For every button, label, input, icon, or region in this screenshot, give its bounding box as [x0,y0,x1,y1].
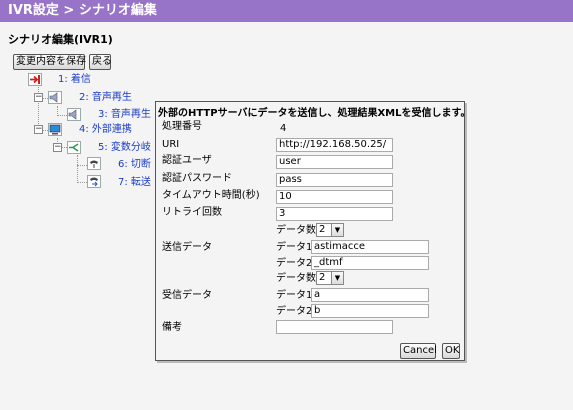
hangup-icon [87,157,101,170]
tree-connector [77,165,87,166]
cancel-button[interactable]: Cancel [400,343,437,359]
send-count-value: 2 [319,224,326,235]
computer-icon [48,123,62,136]
receive-count-select[interactable]: 2 ▼ [316,271,344,285]
process-no-label: 処理番号 [162,121,202,132]
tree-node-label[interactable]: 7: 転送 [118,177,151,189]
auth-password-label: 認証パスワード [162,173,232,184]
tree-node-label[interactable]: 4: 外部連携 [79,124,132,136]
back-button[interactable]: 戻る [89,54,112,70]
speaker-icon [67,108,81,121]
auth-user-field[interactable]: user [276,155,393,169]
window-title: IVR設定 > シナリオ編集 [0,0,573,22]
branch-icon [67,141,81,154]
receive-data-label: 受信データ [162,290,212,301]
auth-password-field[interactable]: pass [276,173,393,187]
tree-connector [77,155,78,181]
tree-node-label[interactable]: 2: 音声再生 [79,92,132,104]
send-data2-field[interactable]: _dtmf [311,256,429,270]
send-data1-field[interactable]: astimacce [311,240,429,254]
collapse-icon[interactable]: − [34,93,43,102]
receive-count-label: データ数 [276,273,316,284]
receive-count-value: 2 [319,272,326,283]
speaker-icon [48,91,62,104]
receive-data1-field[interactable]: a [311,288,429,302]
send-data2-label: データ2 [276,258,313,269]
remarks-field[interactable] [276,320,393,334]
chevron-down-icon: ▼ [331,272,343,284]
external-link-dialog: 外部のHTTPサーバにデータを送信し、処理結果XMLを受信します。 処理番号 4… [155,101,471,361]
tree-node-label[interactable]: 3: 音声再生 [98,109,151,121]
receive-data2-label: データ2 [276,306,313,317]
tree-connector [77,182,87,183]
receive-data1-label: データ1 [276,290,313,301]
dialog-description: 外部のHTTPサーバにデータを送信し、処理結果XMLを受信します。 [158,108,471,119]
retry-label: リトライ回数 [162,207,222,218]
transfer-icon [87,175,101,188]
remarks-label: 備考 [162,322,182,333]
page-title: シナリオ編集(IVR1) [8,33,113,46]
uri-field[interactable]: http://192.168.50.25/ [276,138,393,152]
retry-field[interactable]: 3 [276,207,393,221]
uri-label: URI [162,139,180,150]
tree-node-label[interactable]: 5: 変数分岐 [98,142,151,154]
auth-user-label: 認証ユーザ [162,155,212,166]
send-data1-label: データ1 [276,242,313,253]
incoming-call-icon [28,73,42,86]
save-button[interactable]: 変更内容を保存 [13,54,86,70]
receive-data2-field[interactable]: b [311,304,429,318]
chevron-down-icon: ▼ [331,224,343,236]
send-count-select[interactable]: 2 ▼ [316,223,344,237]
process-no-value: 4 [280,123,287,134]
ok-button[interactable]: OK [442,343,460,359]
tree-connector [57,115,67,116]
collapse-icon[interactable]: − [34,125,43,134]
tree-node-label[interactable]: 1: 着信 [58,74,91,86]
send-data-label: 送信データ [162,242,212,253]
timeout-label: タイムアウト時間(秒) [162,190,260,201]
timeout-field[interactable]: 10 [276,190,393,204]
tree-node-label[interactable]: 6: 切断 [118,159,151,171]
collapse-icon[interactable]: − [53,143,62,152]
send-count-label: データ数 [276,225,316,236]
